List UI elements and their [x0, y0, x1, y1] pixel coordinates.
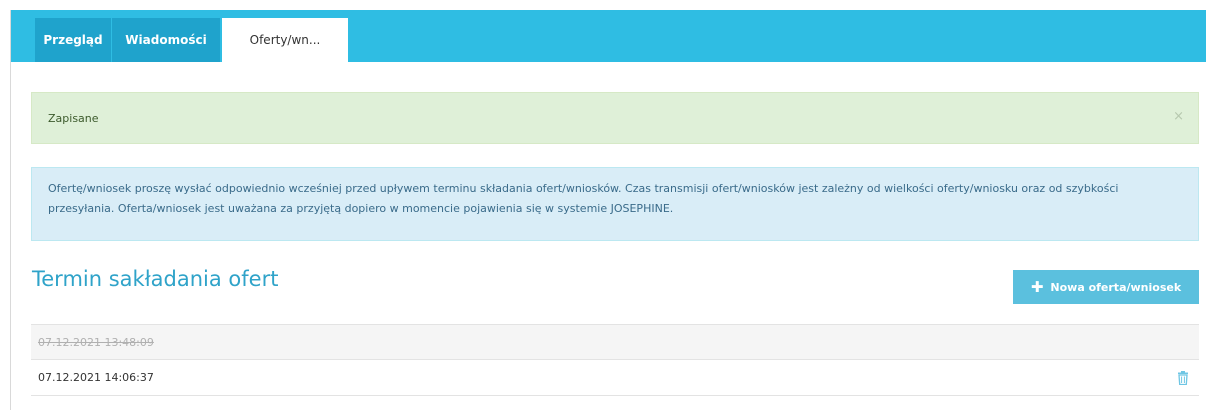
success-message: Zapisane	[48, 112, 99, 125]
tab-offers[interactable]: Oferty/wn...	[222, 18, 348, 62]
trash-icon[interactable]	[1177, 371, 1189, 386]
page-frame: Przegląd Wiadomości Oferty/wn... Zapisan…	[10, 10, 1206, 410]
new-offer-button[interactable]: ✚ Nowa oferta/wniosek	[1013, 270, 1199, 304]
submission-date: 07.12.2021 13:48:09	[38, 336, 154, 349]
success-alert: Zapisane ×	[31, 92, 1199, 144]
submission-row: 07.12.2021 14:06:37	[31, 360, 1199, 396]
section-title: Termin sakładania ofert	[32, 267, 279, 291]
info-alert: Ofertę/wniosek proszę wysłać odpowiednio…	[31, 167, 1199, 241]
submission-date: 07.12.2021 14:06:37	[38, 371, 154, 384]
tab-bar: Przegląd Wiadomości Oferty/wn...	[11, 10, 1206, 62]
close-icon[interactable]: ×	[1173, 109, 1184, 124]
tab-overview[interactable]: Przegląd	[35, 18, 111, 62]
submission-row-deleted: 07.12.2021 13:48:09	[31, 324, 1199, 360]
new-offer-label: Nowa oferta/wniosek	[1050, 280, 1182, 294]
info-text: Ofertę/wniosek proszę wysłać odpowiednio…	[48, 182, 1119, 215]
plus-icon: ✚	[1030, 277, 1044, 296]
tab-messages[interactable]: Wiadomości	[112, 18, 220, 62]
